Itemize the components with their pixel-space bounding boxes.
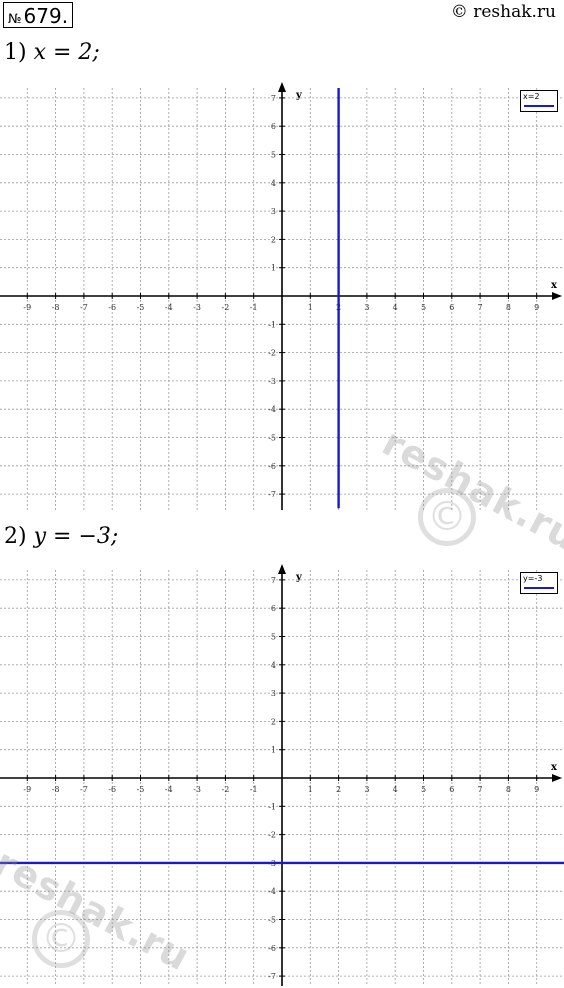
y-tick-label: -5 [268,916,276,925]
y-tick-label: 2 [271,235,276,244]
part-1-index: 1) [4,40,27,65]
y-tick-label: -5 [268,434,276,443]
x-tick-label: 4 [393,785,398,794]
legend-2-swatch [524,587,554,589]
x-tick-label: -4 [165,785,173,794]
x-tick-label: -5 [137,303,145,312]
x-tick-label: -2 [222,303,230,312]
x-tick-label: -3 [193,785,201,794]
x-tick-label: -4 [165,303,173,312]
y-tick-label: 7 [271,94,276,103]
legend-1-label: x=2 [523,92,540,101]
x-tick-label: -6 [108,303,116,312]
x-tick-label: 7 [478,303,483,312]
part-1-label: 1) x = 2; [4,40,100,65]
x-tick-label: -3 [193,303,201,312]
x-axis-arrow [552,774,562,782]
part-2-index: 2) [4,524,27,549]
legend-1-swatch [524,105,554,107]
x-tick-label: -8 [52,785,60,794]
y-tick-label: 5 [271,151,276,160]
y-axis-label: y [295,572,303,583]
x-tick-label: 1 [308,303,313,312]
x-tick-label: -8 [52,303,60,312]
x-tick-label: -7 [80,785,88,794]
x-tick-label: 8 [506,303,511,312]
site-credit: © reshak.ru [450,2,556,22]
part-2-equation: y = −3; [33,524,119,549]
y-tick-label: 6 [271,604,276,613]
y-tick-label: 3 [271,207,276,216]
x-tick-label: 4 [393,303,398,312]
part-1-equation: x = 2; [33,40,100,65]
problem-number: 679. [23,4,69,28]
y-tick-label: -2 [268,831,276,840]
x-tick-label: -2 [222,785,230,794]
legend-chart-2: y=-3 [520,572,558,594]
x-tick-label: 2 [336,785,341,794]
y-tick-label: -4 [268,405,276,414]
number-sign: № [8,12,22,27]
y-tick-label: 1 [271,746,276,755]
y-tick-label: 3 [271,689,276,698]
part-2-label: 2) y = −3; [4,524,118,549]
y-tick-label: -4 [268,887,276,896]
y-tick-label: 1 [271,264,276,273]
y-tick-label: -2 [268,349,276,358]
x-tick-label: 6 [449,303,454,312]
x-tick-label: 6 [449,785,454,794]
x-axis-label: x [551,762,558,773]
y-tick-label: -1 [268,320,276,329]
watermark-1-copyright-icon: © [418,488,476,546]
y-tick-label: 7 [271,576,276,585]
y-axis-label: y [295,90,303,101]
x-tick-label: 5 [421,785,426,794]
chart-x-equals-2: x y -9 -8 -7 -6 -5 -4 -3 -2 -1 1 2 3 4 5 6 7 8 9 -7 -6 -5 -4 -3 -… [0,82,564,510]
x-tick-label: 3 [364,785,369,794]
y-axis-arrow [278,82,286,92]
x-tick-label: 1 [308,785,313,794]
y-tick-label: -7 [268,490,276,499]
y-tick-label: 4 [271,661,276,670]
x-tick-label: 7 [478,785,483,794]
y-axis-arrow [278,564,286,574]
y-tick-label: -6 [268,462,276,471]
y-tick-label: 6 [271,122,276,131]
legend-chart-1: x=2 [520,90,558,112]
watermark-2-copyright-icon: © [32,910,90,968]
x-tick-label: 9 [534,785,539,794]
y-tick-label: 5 [271,633,276,642]
x-tick-label: -6 [108,785,116,794]
y-tick-label: -7 [268,972,276,981]
x-axis-arrow [552,292,562,300]
y-tick-label: 2 [271,717,276,726]
x-axis-label: x [551,280,558,291]
x-tick-label: 8 [506,785,511,794]
y-tick-label: -6 [268,944,276,953]
x-tick-label: -7 [80,303,88,312]
x-tick-label: -1 [250,785,258,794]
y-tick-label: 4 [271,179,276,188]
y-tick-label: -3 [268,377,276,386]
x-tick-label: -1 [250,303,258,312]
y-tick-label: -1 [268,802,276,811]
x-tick-label: 9 [534,303,539,312]
legend-2-label: y=-3 [523,574,543,583]
x-tick-label: -9 [23,303,31,312]
x-tick-label: 5 [421,303,426,312]
x-tick-label: -9 [23,785,31,794]
problem-number-badge: № 679. [3,2,74,28]
x-tick-label: -5 [137,785,145,794]
x-tick-label: 3 [364,303,369,312]
